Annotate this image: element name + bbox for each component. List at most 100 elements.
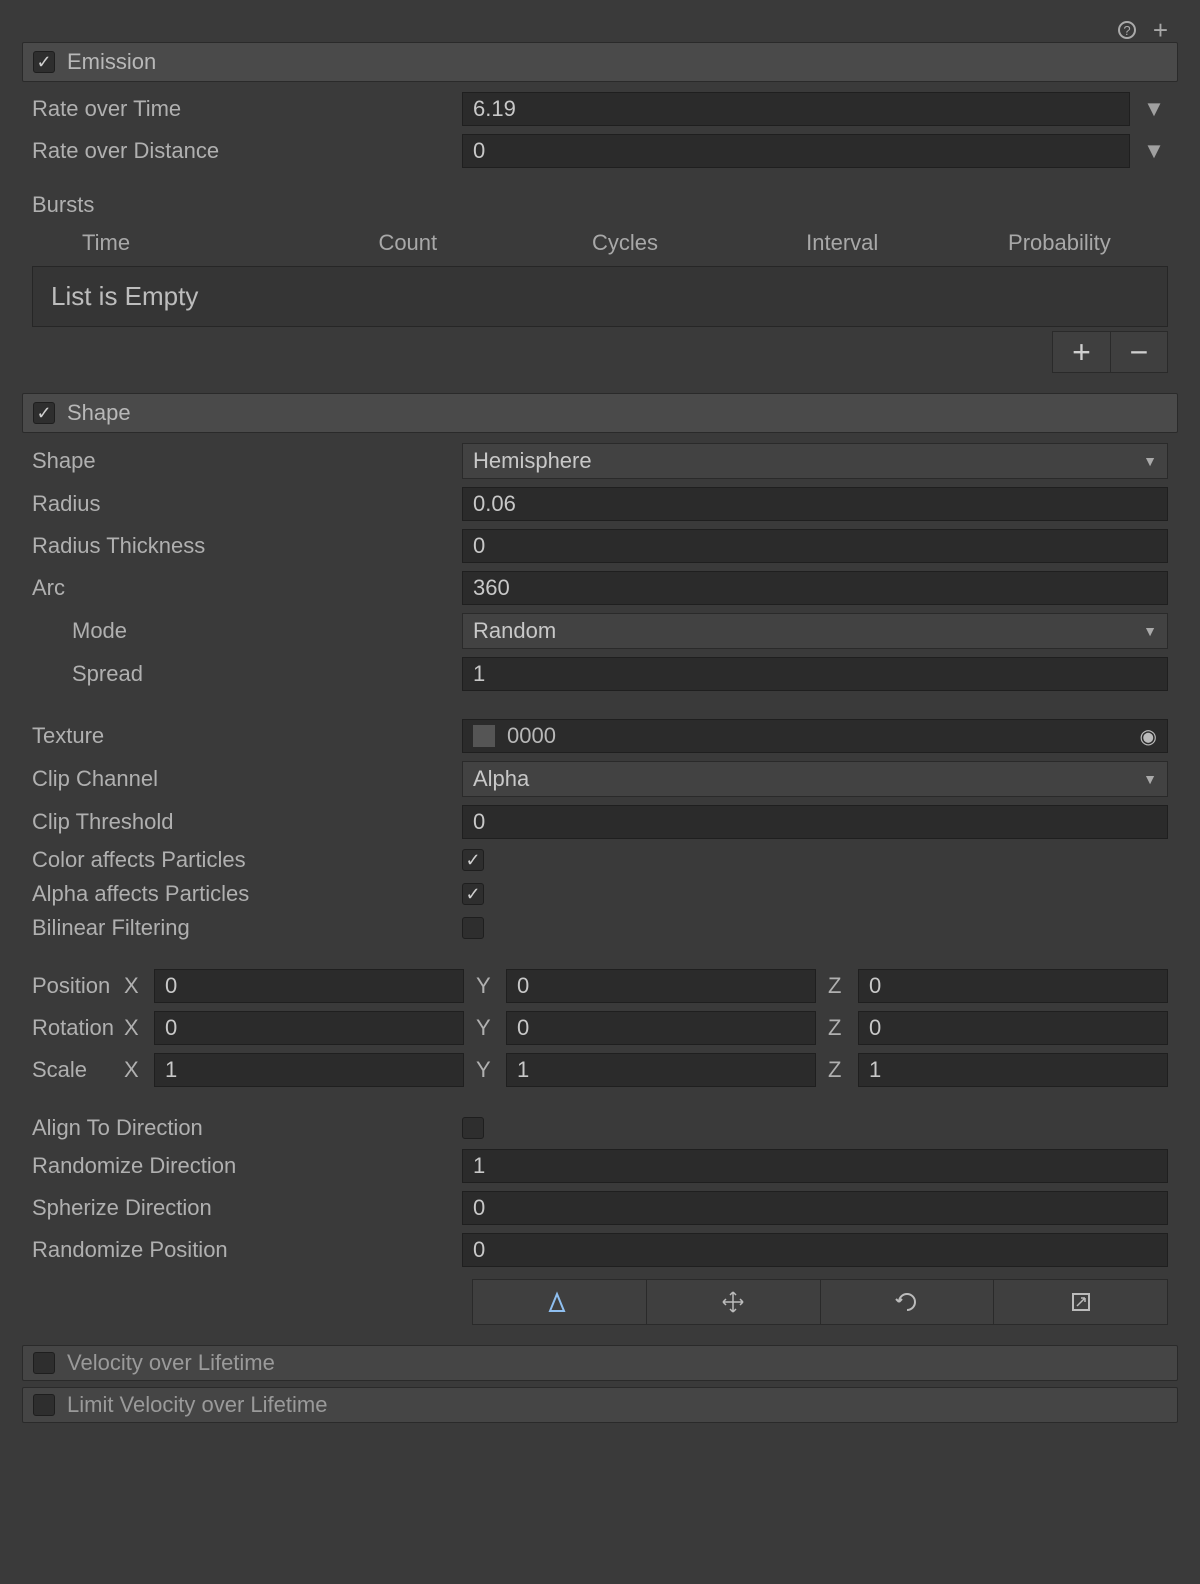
- rotate-tool-button[interactable]: [821, 1279, 995, 1325]
- axis-z-label: Z: [828, 1015, 846, 1041]
- axis-x-label: X: [124, 1057, 142, 1083]
- randomize-direction-label: Randomize Direction: [32, 1153, 452, 1179]
- chevron-down-icon: ▼: [1143, 771, 1157, 787]
- scale-label: Scale: [32, 1057, 114, 1083]
- arc-mode-dropdown[interactable]: Random ▼: [462, 613, 1168, 649]
- clip-threshold-label: Clip Threshold: [32, 809, 452, 835]
- limit-velocity-module-header[interactable]: Limit Velocity over Lifetime: [22, 1387, 1178, 1423]
- spread-label: Spread: [32, 661, 452, 687]
- bursts-col-time: Time: [32, 230, 299, 256]
- add-icon[interactable]: +: [1153, 15, 1168, 46]
- randomize-direction-input[interactable]: [462, 1149, 1168, 1183]
- axis-z-label: Z: [828, 973, 846, 999]
- bursts-col-cycles: Cycles: [516, 230, 733, 256]
- rotation-z-input[interactable]: [858, 1011, 1168, 1045]
- velocity-enable-checkbox[interactable]: [33, 1352, 55, 1374]
- rate-over-time-label: Rate over Time: [32, 96, 452, 122]
- edit-gizmo-icon: [547, 1290, 571, 1314]
- scale-x-input[interactable]: [154, 1053, 464, 1087]
- position-y-input[interactable]: [506, 969, 816, 1003]
- radius-label: Radius: [32, 491, 452, 517]
- position-x-input[interactable]: [154, 969, 464, 1003]
- rate-over-distance-input[interactable]: [462, 134, 1130, 168]
- velocity-title: Velocity over Lifetime: [67, 1350, 275, 1376]
- bursts-actions: + −: [22, 327, 1178, 393]
- bilinear-label: Bilinear Filtering: [32, 915, 452, 941]
- color-affects-checkbox[interactable]: ✓: [462, 849, 484, 871]
- texture-label: Texture: [32, 723, 452, 749]
- bursts-empty-message: List is Empty: [32, 266, 1168, 327]
- help-icon[interactable]: ?: [1117, 20, 1137, 40]
- shape-type-dropdown[interactable]: Hemisphere ▼: [462, 443, 1168, 479]
- axis-x-label: X: [124, 1015, 142, 1041]
- bursts-col-probability: Probability: [951, 230, 1168, 256]
- bursts-table-header: Time Count Cycles Interval Probability: [22, 226, 1178, 260]
- bursts-col-count: Count: [299, 230, 516, 256]
- radius-thickness-input[interactable]: [462, 529, 1168, 563]
- clip-channel-value: Alpha: [473, 766, 529, 792]
- axis-y-label: Y: [476, 1015, 494, 1041]
- align-to-direction-checkbox[interactable]: [462, 1117, 484, 1139]
- rotation-label: Rotation: [32, 1015, 114, 1041]
- svg-text:?: ?: [1123, 23, 1130, 38]
- clip-channel-dropdown[interactable]: Alpha ▼: [462, 761, 1168, 797]
- gizmo-edit-button[interactable]: [472, 1279, 647, 1325]
- bursts-remove-button[interactable]: −: [1110, 331, 1168, 373]
- arc-mode-label: Mode: [32, 618, 452, 644]
- limit-velocity-enable-checkbox[interactable]: [33, 1394, 55, 1416]
- randomize-position-input[interactable]: [462, 1233, 1168, 1267]
- rate-over-distance-dropdown-icon[interactable]: ▼: [1140, 138, 1168, 164]
- scale-icon: [1069, 1290, 1093, 1314]
- arc-input[interactable]: [462, 571, 1168, 605]
- target-picker-icon[interactable]: ◉: [1140, 724, 1157, 749]
- arc-mode-value: Random: [473, 618, 556, 644]
- chevron-down-icon: ▼: [1143, 623, 1157, 639]
- rotation-x-input[interactable]: [154, 1011, 464, 1045]
- shape-type-value: Hemisphere: [473, 448, 592, 474]
- spherize-direction-input[interactable]: [462, 1191, 1168, 1225]
- position-z-input[interactable]: [858, 969, 1168, 1003]
- inspector-panel: ? + ✓ Emission Rate over Time ▼ Rate ove…: [0, 0, 1200, 1423]
- axis-y-label: Y: [476, 973, 494, 999]
- color-affects-label: Color affects Particles: [32, 847, 452, 873]
- move-tool-button[interactable]: [647, 1279, 821, 1325]
- texture-field[interactable]: 0000 ◉: [462, 719, 1168, 753]
- bilinear-checkbox[interactable]: [462, 917, 484, 939]
- bursts-col-interval: Interval: [734, 230, 951, 256]
- spherize-direction-label: Spherize Direction: [32, 1195, 452, 1221]
- velocity-module-header[interactable]: Velocity over Lifetime: [22, 1345, 1178, 1381]
- emission-title: Emission: [67, 49, 156, 75]
- emission-enable-checkbox[interactable]: ✓: [33, 51, 55, 73]
- top-toolbar: ? +: [22, 18, 1178, 42]
- radius-thickness-label: Radius Thickness: [32, 533, 452, 559]
- texture-thumbnail-icon: [473, 725, 495, 747]
- rotation-y-input[interactable]: [506, 1011, 816, 1045]
- axis-z-label: Z: [828, 1057, 846, 1083]
- shape-tool-row: [22, 1271, 1178, 1325]
- texture-value: 0000: [507, 723, 556, 749]
- bursts-add-button[interactable]: +: [1052, 331, 1110, 373]
- radius-input[interactable]: [462, 487, 1168, 521]
- limit-velocity-title: Limit Velocity over Lifetime: [67, 1392, 327, 1418]
- shape-type-label: Shape: [32, 448, 452, 474]
- rate-over-time-input[interactable]: [462, 92, 1130, 126]
- spread-input[interactable]: [462, 657, 1168, 691]
- scale-z-input[interactable]: [858, 1053, 1168, 1087]
- clip-threshold-input[interactable]: [462, 805, 1168, 839]
- chevron-down-icon: ▼: [1143, 453, 1157, 469]
- alpha-affects-checkbox[interactable]: ✓: [462, 883, 484, 905]
- shape-module-header[interactable]: ✓ Shape: [22, 393, 1178, 433]
- move-icon: [721, 1290, 745, 1314]
- bursts-label: Bursts: [22, 172, 1178, 226]
- shape-enable-checkbox[interactable]: ✓: [33, 402, 55, 424]
- randomize-position-label: Randomize Position: [32, 1237, 452, 1263]
- rate-over-time-dropdown-icon[interactable]: ▼: [1140, 96, 1168, 122]
- scale-y-input[interactable]: [506, 1053, 816, 1087]
- axis-y-label: Y: [476, 1057, 494, 1083]
- align-to-direction-label: Align To Direction: [32, 1115, 452, 1141]
- axis-x-label: X: [124, 973, 142, 999]
- emission-module-header[interactable]: ✓ Emission: [22, 42, 1178, 82]
- rate-over-distance-label: Rate over Distance: [32, 138, 452, 164]
- alpha-affects-label: Alpha affects Particles: [32, 881, 452, 907]
- scale-tool-button[interactable]: [994, 1279, 1168, 1325]
